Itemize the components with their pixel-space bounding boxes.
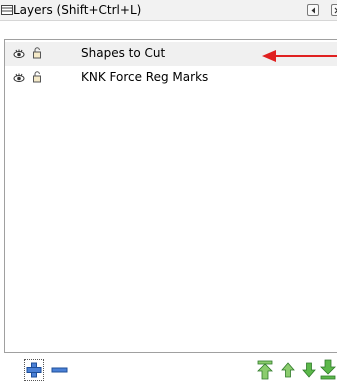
lower-layer-button[interactable] <box>299 359 319 381</box>
minus-icon <box>51 367 68 373</box>
triangle-left-icon <box>311 7 315 14</box>
add-layer-button[interactable] <box>24 359 44 381</box>
layer-row-knk-force-reg-marks[interactable]: KNK Force Reg Marks <box>5 66 337 90</box>
raise-to-top-icon <box>257 360 273 380</box>
layers-toolbar <box>0 356 337 387</box>
panel-title: Layers (Shift+Ctrl+L) <box>13 3 142 17</box>
unlocked-padlock-icon[interactable] <box>32 71 42 83</box>
annotation-arrow <box>262 50 337 62</box>
eye-icon[interactable] <box>13 48 25 60</box>
eye-icon[interactable] <box>13 72 25 84</box>
layer-name[interactable]: KNK Force Reg Marks <box>81 70 208 84</box>
layer-name[interactable]: Shapes to Cut <box>81 46 165 60</box>
layers-panel: Layers (Shift+Ctrl+L) Shapes to Cut KNK … <box>0 0 337 387</box>
raise-layer-button[interactable] <box>278 359 298 381</box>
raise-icon <box>281 362 295 378</box>
close-icon <box>334 7 337 14</box>
lower-to-bottom-button[interactable] <box>319 359 337 381</box>
lower-to-bottom-icon <box>320 359 336 380</box>
unlocked-padlock-icon[interactable] <box>32 47 42 59</box>
panel-header: Layers (Shift+Ctrl+L) <box>0 0 337 21</box>
remove-layer-button[interactable] <box>50 359 70 381</box>
panel-close-button[interactable] <box>331 4 337 16</box>
raise-to-top-button[interactable] <box>255 359 275 381</box>
layers-panel-icon <box>1 5 13 15</box>
lower-icon <box>302 362 316 378</box>
plus-icon <box>26 362 42 378</box>
panel-collapse-button[interactable] <box>307 4 319 16</box>
layers-list[interactable]: Shapes to Cut KNK Force Reg Marks <box>4 39 337 353</box>
